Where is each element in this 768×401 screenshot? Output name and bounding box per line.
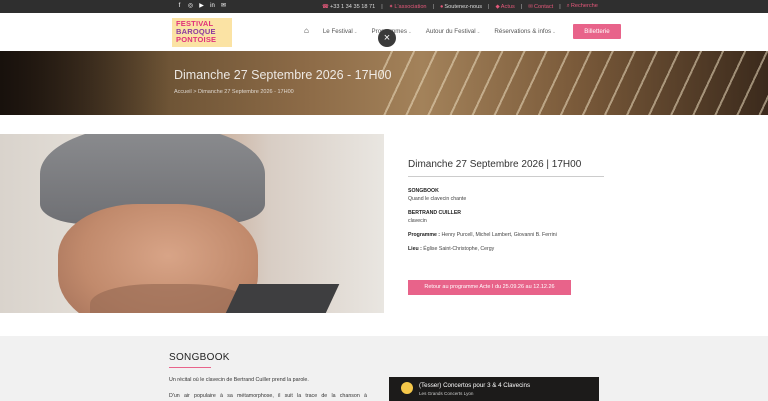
main-nav: ⌂ Le Festival⌄ Programmes⌄ Autour du Fes… (304, 27, 556, 36)
show-subtitle: Quand le clavecin chante (408, 196, 467, 202)
harpsichord-strings-image (380, 51, 768, 115)
show-name: SONGBOOK (408, 188, 439, 194)
description-paragraph-2: D'un air populaire à sa métamorphose, il suit la… (169, 393, 367, 399)
retour-programme-button[interactable]: Retour au programme Acte I du 25.09.26 a… (408, 280, 571, 295)
link-association[interactable]: ✦L'association (389, 4, 427, 10)
event-section: Dimanche 27 Septembre 2026 | 17H00 SONGB… (0, 115, 768, 336)
artist-name: BERTRAND CUILLER (408, 210, 462, 216)
phone-icon: ☎ (322, 3, 329, 10)
top-links: ☎+33 1 34 35 18 71 | ✦L'association | ●S… (322, 3, 598, 10)
handshake-icon: ✦ (388, 3, 394, 10)
video-embed[interactable]: (Tesser) Concertos pour 3 & 4 Clavecins … (389, 377, 599, 401)
bell-icon: ◆ (495, 3, 500, 10)
description-section: SONGBOOK Un récital où le clavecin de Be… (0, 336, 768, 401)
event-title: Dimanche 27 Septembre 2026 | 17H00 (408, 159, 582, 170)
page-banner: Dimanche 27 Septembre 2026 - 17H00 Accue… (0, 51, 768, 115)
lieu-line: Lieu : Église Saint-Christophe, Cergy (408, 246, 495, 252)
youtube-icon[interactable]: ▶ (198, 3, 205, 10)
artist-photo (0, 134, 384, 313)
mail-icon: ✉ (528, 3, 533, 10)
top-bar: f ◎ ▶ in ✉ ☎+33 1 34 35 18 71 | ✦L'assoc… (0, 0, 768, 13)
festival-logo[interactable]: FESTIVAL BAROQUE PONTOISE (172, 18, 232, 47)
divider (408, 176, 604, 177)
link-recherche[interactable]: ⌕Recherche (567, 3, 598, 10)
linkedin-icon[interactable]: in (209, 3, 216, 10)
programme-line: Programme : Henry Purcell, Michel Lamber… (408, 232, 557, 238)
link-actus[interactable]: ◆Actus (495, 4, 514, 10)
site-header: FESTIVAL BAROQUE PONTOISE ⌂ Le Festival⌄… (0, 13, 768, 51)
billetterie-button[interactable]: Billetterie (573, 24, 621, 39)
chevron-down-icon: ⌄ (552, 29, 556, 34)
close-icon[interactable]: × (378, 29, 396, 47)
nav-autour-du-festival[interactable]: Autour du Festival⌄ (426, 28, 481, 35)
chevron-down-icon: ⌄ (353, 29, 358, 34)
search-icon: ⌕ (566, 3, 570, 9)
section-heading: SONGBOOK (169, 352, 230, 363)
nav-reservations[interactable]: Réservations & infos⌄ (494, 28, 556, 35)
breadcrumb[interactable]: Accueil > Dimanche 27 Septembre 2026 - 1… (174, 89, 294, 95)
channel-avatar[interactable] (401, 382, 413, 394)
facebook-icon[interactable]: f (176, 3, 183, 10)
chevron-down-icon: ⌄ (476, 29, 481, 34)
nav-le-festival[interactable]: Le Festival⌄ (323, 28, 358, 35)
home-icon[interactable]: ⌂ (304, 27, 309, 35)
video-title[interactable]: (Tesser) Concertos pour 3 & 4 Clavecins (419, 382, 530, 389)
description-paragraph: Un récital où le clavecin de Bertrand Cu… (169, 377, 309, 383)
phone-number[interactable]: ☎+33 1 34 35 18 71 (322, 4, 375, 10)
user-icon: ● (440, 3, 444, 10)
chevron-down-icon: ⌄ (407, 29, 412, 34)
link-soutenez[interactable]: ●Soutenez-nous (440, 4, 482, 10)
instagram-icon[interactable]: ◎ (187, 3, 194, 10)
event-info: Dimanche 27 Septembre 2026 | 17H00 SONGB… (408, 159, 608, 253)
artist-instrument: clavecin (408, 218, 427, 224)
page-title: Dimanche 27 Septembre 2026 - 17H00 (174, 68, 392, 82)
newsletter-icon[interactable]: ✉ (220, 3, 227, 10)
link-contact[interactable]: ✉Contact (528, 4, 553, 10)
social-links: f ◎ ▶ in ✉ (176, 3, 227, 10)
heading-underline (169, 367, 211, 368)
video-channel[interactable]: Les Grands Concerts Lyon (419, 391, 473, 396)
